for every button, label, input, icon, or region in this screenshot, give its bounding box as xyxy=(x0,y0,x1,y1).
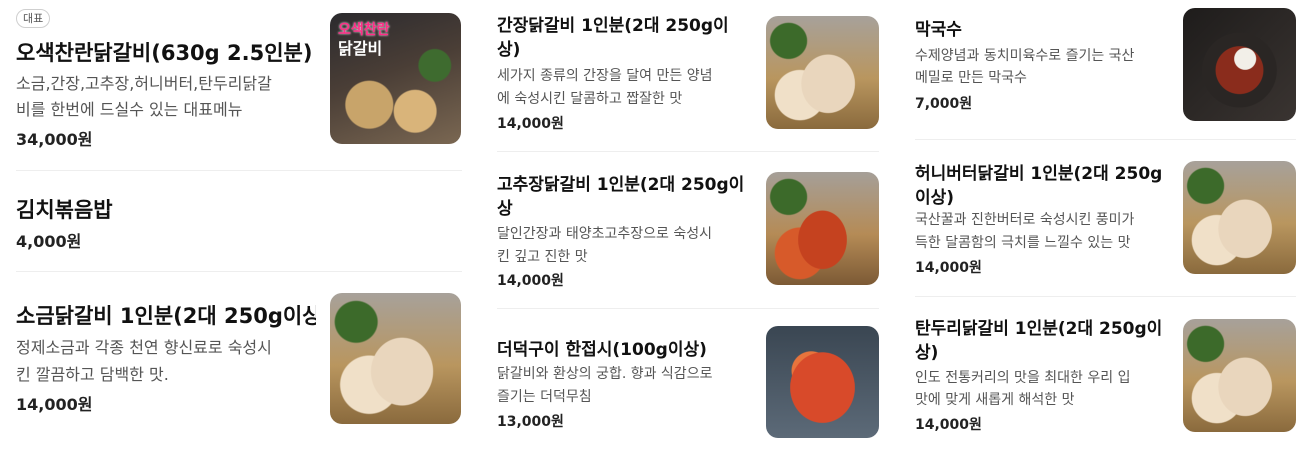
menu-item-name-line-2: 이상) xyxy=(915,188,955,208)
menu-item-image: 오색찬란 닭갈비 xyxy=(330,13,461,144)
menu-item-desc-line-2: 에 숙성시킨 달콤하고 짭잘한 맛 xyxy=(497,91,683,107)
menu-item-tandoori-dakgalbi[interactable]: 탄두리닭갈비 1인분(2대 250g이 상) 인도 전통커리의 맛을 최대한 우… xyxy=(915,297,1296,447)
menu-item-makguksu[interactable]: 막국수 수제양념과 동치미육수로 즐기는 국산 메밀로 만든 막국수 7,000… xyxy=(915,0,1296,138)
signature-badge: 대표 xyxy=(16,9,51,28)
menu-item-desc-line-1: 수제양념과 동치미육수로 즐기는 국산 xyxy=(915,48,1135,64)
menu-item-name-line-1: 허니버터닭갈비 1인분(2대 250g xyxy=(915,164,1163,184)
menu-item-image xyxy=(766,326,879,438)
menu-item-name-line-2: 상) xyxy=(497,40,521,60)
menu-item-price: 7,000원 xyxy=(915,96,973,112)
menu-item-price: 13,000원 xyxy=(497,414,564,430)
menu-item-desc-line-2: 즐기는 더덕무침 xyxy=(497,389,592,405)
logo-text-line-2: 닭갈비 xyxy=(338,39,383,58)
menu-item-desc-line-1: 세가지 종류의 간장을 달여 만든 양념 xyxy=(497,68,713,84)
menu-item-image xyxy=(766,172,879,285)
menu-item-desc-line-1: 닭갈비와 환상의 궁합. 향과 식감으로 xyxy=(497,366,713,382)
menu-item-name-line-2: 상 xyxy=(497,199,513,219)
menu-item-deodeok[interactable]: 더덕구이 한접시(100g이상) 닭갈비와 환상의 궁합. 향과 식감으로 즐기… xyxy=(497,309,879,449)
menu-item-name-line-1: 고추장닭갈비 1인분(2대 250g이 xyxy=(497,175,745,195)
menu-item-honey-butter-dakgalbi[interactable]: 허니버터닭갈비 1인분(2대 250g 이상) 국산꿀과 진한버터로 숙성시킨 … xyxy=(915,140,1296,295)
menu-item-price: 4,000원 xyxy=(16,232,82,251)
menu-item-image xyxy=(1183,8,1296,121)
menu-item-desc-line-2: 맛에 맞게 새롭게 해석한 맛 xyxy=(915,392,1075,408)
divider xyxy=(16,170,462,171)
menu-item-desc-line-1: 국산꿀과 진한버터로 숙성시킨 풍미가 xyxy=(915,212,1135,228)
menu-item-soy-dakgalbi[interactable]: 간장닭갈비 1인분(2대 250g이 상) 세가지 종류의 간장을 달여 만든 … xyxy=(497,0,879,150)
menu-item-image xyxy=(766,16,879,129)
divider xyxy=(16,271,462,272)
menu-item-gochujang-dakgalbi[interactable]: 고추장닭갈비 1인분(2대 250g이 상 달인간장과 태양초고추장으로 숙성시… xyxy=(497,152,879,307)
menu-item-price: 14,000원 xyxy=(915,260,982,276)
menu-item-image xyxy=(1183,161,1296,274)
menu-item-name: 소금닭갈비 1인분(2대 250g이상 xyxy=(16,304,316,328)
menu-item-desc-line-2: 킨 깔끔하고 담백한 맛. xyxy=(16,365,169,384)
menu-item-desc-line-2: 킨 깊고 진한 맛 xyxy=(497,249,588,265)
menu-item-salt-dakgalbi[interactable]: 소금닭갈비 1인분(2대 250g이상 정제소금과 각종 천연 향신료로 숙성시… xyxy=(16,273,462,443)
menu-column-3: 막국수 수제양념과 동치미육수로 즐기는 국산 메밀로 만든 막국수 7,000… xyxy=(915,0,1296,451)
menu-item-desc-line-2: 비를 한번에 드실수 있는 대표메뉴 xyxy=(16,100,243,119)
menu-item-desc-line-1: 인도 전통커리의 맛을 최대한 우리 입 xyxy=(915,370,1131,386)
menu-item-name-line-1: 간장닭갈비 1인분(2대 250g이 xyxy=(497,16,729,36)
menu-item-name-line-2: 상) xyxy=(915,343,939,363)
menu-item-price: 14,000원 xyxy=(497,116,564,132)
menu-item-desc-line-1: 달인간장과 태양초고추장으로 숙성시 xyxy=(497,226,712,242)
menu-item-price: 34,000원 xyxy=(16,130,93,149)
menu-item-name-line-1: 막국수 xyxy=(915,20,962,40)
menu-item-name: 김치볶음밥 xyxy=(16,198,113,222)
menu-item-kimchi-fried-rice[interactable]: 김치볶음밥 4,000원 xyxy=(16,172,462,270)
menu-item-ohsaek-dakgalbi[interactable]: 대표 오색찬란닭갈비(630g 2.5인분) 소금,간장,고추장,허니버터,탄두… xyxy=(16,0,462,160)
menu-item-price: 14,000원 xyxy=(497,273,564,289)
menu-item-price: 14,000원 xyxy=(16,395,93,414)
menu-item-name: 오색찬란닭갈비(630g 2.5인분) xyxy=(16,41,313,65)
menu-item-image xyxy=(1183,319,1296,432)
menu-item-image xyxy=(330,293,461,424)
menu-column-1: 대표 오색찬란닭갈비(630g 2.5인분) 소금,간장,고추장,허니버터,탄두… xyxy=(16,0,462,451)
menu-item-desc-line-1: 소금,간장,고추장,허니버터,탄두리닭갈 xyxy=(16,74,272,93)
menu-item-price: 14,000원 xyxy=(915,417,982,433)
menu-item-desc-line-2: 득한 달콤함의 극치를 느낄수 있는 맛 xyxy=(915,235,1131,251)
menu-item-desc-line-2: 메밀로 만든 막국수 xyxy=(915,70,1027,86)
menu-item-desc-line-1: 정제소금과 각종 천연 향신료로 숙성시 xyxy=(16,338,272,357)
menu-item-name-line-1: 탄두리닭갈비 1인분(2대 250g이 xyxy=(915,319,1163,339)
menu-column-2: 간장닭갈비 1인분(2대 250g이 상) 세가지 종류의 간장을 달여 만든 … xyxy=(497,0,879,451)
menu-item-name-line-1: 더덕구이 한접시(100g이상) xyxy=(497,340,707,360)
